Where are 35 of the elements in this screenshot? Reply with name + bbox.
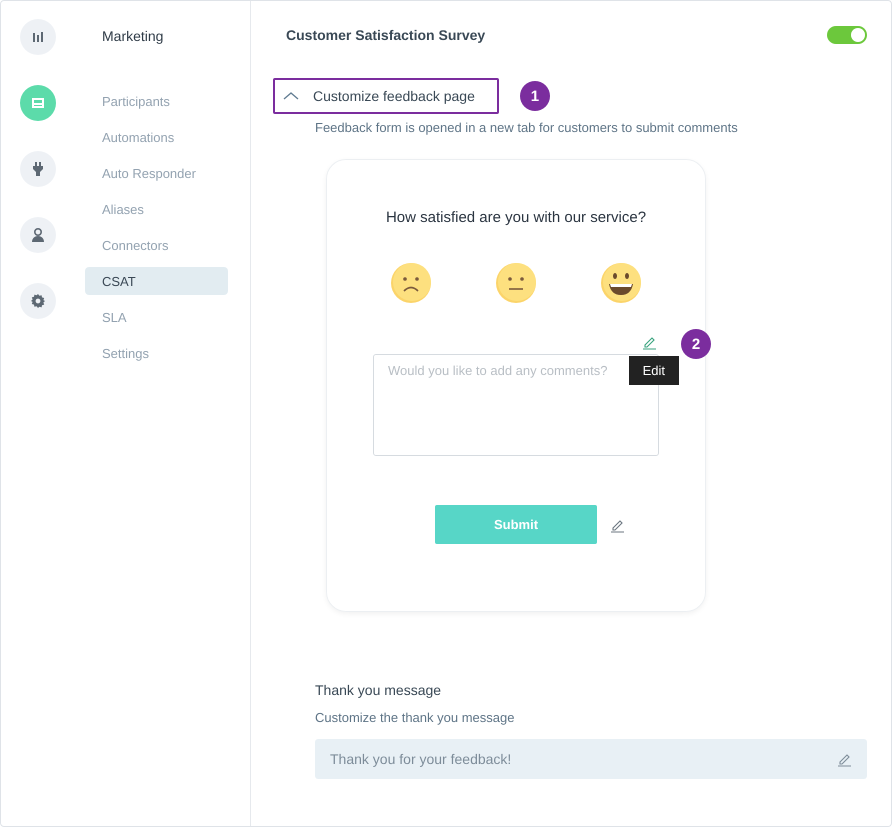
step-badge: 2 bbox=[681, 329, 711, 359]
page-title: Customer Satisfaction Survey bbox=[286, 27, 486, 43]
sidebar-item[interactable]: CSAT bbox=[85, 267, 228, 295]
inbox-icon bbox=[30, 95, 46, 111]
submit-button[interactable]: Submit bbox=[435, 505, 597, 544]
section-description: Feedback form is opened in a new tab for customers to submit comments bbox=[315, 120, 739, 135]
survey-question: How satisfied are you with our service? bbox=[386, 209, 646, 226]
person-icon bbox=[30, 227, 46, 243]
toggle-switch[interactable] bbox=[827, 26, 867, 44]
step-badge: 1 bbox=[520, 81, 550, 111]
bar-chart-icon bbox=[30, 29, 46, 45]
tooltip: Edit bbox=[628, 356, 679, 385]
message-field[interactable]: Thank you for your feedback! bbox=[315, 739, 867, 779]
rail-button[interactable] bbox=[20, 283, 56, 319]
sad-face-icon[interactable] bbox=[390, 262, 432, 304]
rail-button[interactable] bbox=[20, 19, 56, 55]
rail-button[interactable] bbox=[20, 151, 56, 187]
sidebar-item[interactable]: Participants bbox=[85, 87, 228, 115]
chevron-icon bbox=[283, 91, 299, 101]
section-header[interactable]: Customize feedback page bbox=[273, 78, 499, 114]
smiley-face-icon[interactable] bbox=[600, 262, 642, 304]
sidebar-item[interactable]: Settings bbox=[85, 339, 228, 367]
sidebar-title: Marketing bbox=[102, 28, 164, 44]
neutral-face-icon[interactable] bbox=[495, 262, 537, 304]
sidebar-item[interactable]: SLA bbox=[85, 303, 228, 331]
rail-button[interactable] bbox=[20, 217, 56, 253]
section-title: Thank you message bbox=[315, 682, 442, 698]
section-description: Customize the thank you message bbox=[315, 710, 516, 725]
plug-icon bbox=[30, 161, 46, 177]
sidebar-item[interactable]: Auto Responder bbox=[85, 159, 228, 187]
field-value: Thank you for your feedback! bbox=[330, 751, 512, 767]
sidebar-item[interactable]: Aliases bbox=[85, 195, 228, 223]
sidebar-item[interactable]: Connectors bbox=[85, 231, 228, 259]
settings-icon bbox=[30, 293, 46, 309]
sidebar-item[interactable]: Automations bbox=[85, 123, 228, 151]
